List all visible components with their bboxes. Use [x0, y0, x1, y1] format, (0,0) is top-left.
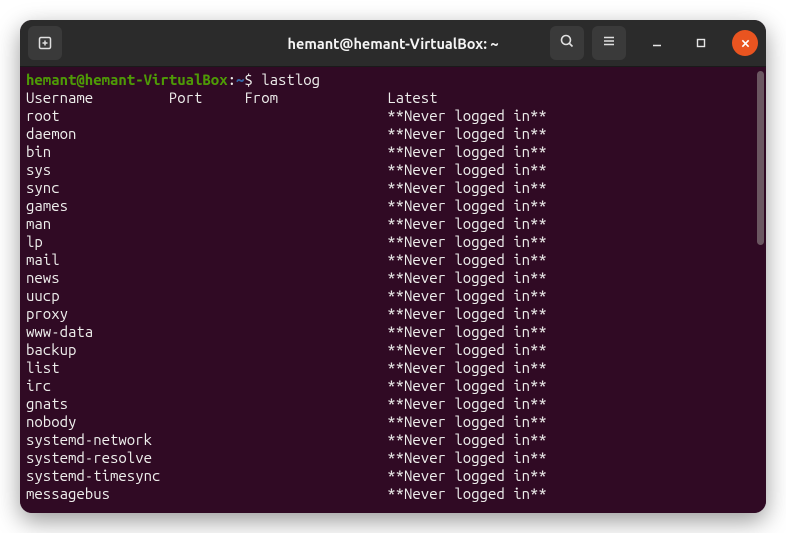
menu-icon [601, 33, 617, 53]
row-username: man [26, 215, 169, 233]
minimize-button[interactable] [644, 30, 670, 56]
output-row: list **Never logged in** [26, 359, 760, 377]
row-latest: **Never logged in** [387, 341, 547, 359]
output-row: backup **Never logged in** [26, 341, 760, 359]
row-latest: **Never logged in** [387, 467, 547, 485]
search-button[interactable] [550, 26, 584, 60]
output-row: bin **Never logged in** [26, 143, 760, 161]
row-latest: **Never logged in** [387, 251, 547, 269]
row-username: proxy [26, 305, 169, 323]
output-row: gnats **Never logged in** [26, 395, 760, 413]
output-row: systemd-resolve **Never logged in** [26, 449, 760, 467]
row-username: gnats [26, 395, 169, 413]
scrollbar-thumb[interactable] [757, 71, 764, 245]
output-row: irc **Never logged in** [26, 377, 760, 395]
row-username: mail [26, 251, 169, 269]
row-username: systemd-network [26, 431, 169, 449]
output-row: mail **Never logged in** [26, 251, 760, 269]
output-row: sync **Never logged in** [26, 179, 760, 197]
prompt-line: hemant@hemant-VirtualBox:~$ lastlog [26, 71, 760, 89]
minimize-icon [652, 34, 662, 52]
row-latest: **Never logged in** [387, 287, 547, 305]
prompt-sep: : [228, 71, 236, 88]
output-row: messagebus **Never logged in** [26, 485, 760, 503]
row-latest: **Never logged in** [387, 485, 547, 503]
row-username: nobody [26, 413, 169, 431]
header-from: From [244, 89, 387, 107]
row-username: systemd-resolve [26, 449, 169, 467]
row-latest: **Never logged in** [387, 143, 547, 161]
row-latest: **Never logged in** [387, 377, 547, 395]
output-row: lp **Never logged in** [26, 233, 760, 251]
header-username: Username [26, 89, 169, 107]
row-username: irc [26, 377, 169, 395]
row-latest: **Never logged in** [387, 359, 547, 377]
command-text: lastlog [261, 71, 320, 88]
row-latest: **Never logged in** [387, 269, 547, 287]
hamburger-menu-button[interactable] [592, 26, 626, 60]
output-row: proxy **Never logged in** [26, 305, 760, 323]
terminal-window: hemant@hemant-VirtualBox: ~ [20, 20, 766, 513]
row-username: messagebus [26, 485, 169, 503]
row-username: systemd-timesync [26, 467, 169, 485]
row-username: daemon [26, 125, 169, 143]
row-latest: **Never logged in** [387, 107, 547, 125]
output-row: daemon **Never logged in** [26, 125, 760, 143]
row-latest: **Never logged in** [387, 431, 547, 449]
titlebar: hemant@hemant-VirtualBox: ~ [20, 20, 766, 67]
output-row: games **Never logged in** [26, 197, 760, 215]
row-latest: **Never logged in** [387, 161, 547, 179]
row-latest: **Never logged in** [387, 179, 547, 197]
row-username: sync [26, 179, 169, 197]
row-latest: **Never logged in** [387, 449, 547, 467]
row-username: lp [26, 233, 169, 251]
terminal-body[interactable]: hemant@hemant-VirtualBox:~$ lastlog User… [20, 67, 766, 513]
header-latest: Latest [387, 89, 437, 107]
row-username: root [26, 107, 169, 125]
row-latest: **Never logged in** [387, 125, 547, 143]
row-username: bin [26, 143, 169, 161]
prompt-dollar: $ [244, 71, 252, 88]
output-row: systemd-network **Never logged in** [26, 431, 760, 449]
row-latest: **Never logged in** [387, 215, 547, 233]
new-tab-button[interactable] [28, 26, 62, 60]
row-latest: **Never logged in** [387, 233, 547, 251]
close-icon [741, 34, 750, 52]
prompt-user-host: hemant@hemant-VirtualBox [26, 71, 228, 88]
row-latest: **Never logged in** [387, 413, 547, 431]
row-latest: **Never logged in** [387, 197, 547, 215]
window-title: hemant@hemant-VirtualBox: ~ [287, 35, 498, 52]
output-row: nobody **Never logged in** [26, 413, 760, 431]
row-username: news [26, 269, 169, 287]
close-button[interactable] [732, 30, 758, 56]
row-username: uucp [26, 287, 169, 305]
output-row: uucp **Never logged in** [26, 287, 760, 305]
output-row: www-data **Never logged in** [26, 323, 760, 341]
row-latest: **Never logged in** [387, 305, 547, 323]
maximize-button[interactable] [688, 30, 714, 56]
row-username: games [26, 197, 169, 215]
row-username: www-data [26, 323, 169, 341]
row-latest: **Never logged in** [387, 323, 547, 341]
row-username: list [26, 359, 169, 377]
maximize-icon [696, 34, 706, 52]
output-row: systemd-timesync **Never logged in** [26, 467, 760, 485]
output-row: man **Never logged in** [26, 215, 760, 233]
row-username: backup [26, 341, 169, 359]
header-row: UsernamePortFromLatest [26, 89, 760, 107]
output-row: sys **Never logged in** [26, 161, 760, 179]
header-port: Port [169, 89, 245, 107]
row-latest: **Never logged in** [387, 395, 547, 413]
output-row: news **Never logged in** [26, 269, 760, 287]
search-icon [559, 33, 575, 53]
row-username: sys [26, 161, 169, 179]
output-row: root **Never logged in** [26, 107, 760, 125]
